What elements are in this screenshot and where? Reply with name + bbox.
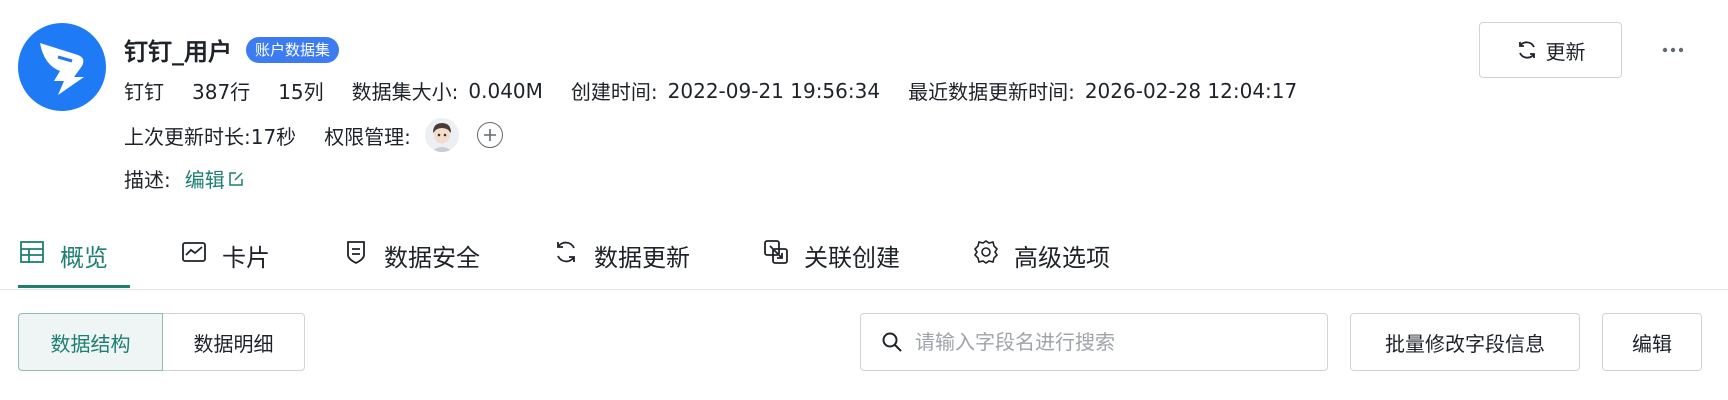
- dataset-meta: 钉钉 387行 15列 数据集大小: 0.040M 创建时间: 2022-09-…: [124, 76, 1325, 105]
- updated-label: 最近数据更新时间:: [908, 80, 1075, 104]
- update-button-label: 更新: [1545, 39, 1586, 64]
- created-label: 创建时间:: [570, 80, 658, 104]
- more-options-button[interactable]: [1656, 38, 1690, 62]
- data-detail-button[interactable]: 数据明细: [163, 313, 305, 371]
- tab-data-update[interactable]: 数据更新: [552, 232, 690, 282]
- tab-linked-creation[interactable]: 关联创建: [762, 232, 900, 282]
- column-count: 15列: [278, 80, 324, 104]
- table-icon: [20, 241, 44, 263]
- size-value: 0.040M: [468, 78, 543, 103]
- edit-button[interactable]: 编辑: [1602, 313, 1702, 371]
- bulk-edit-fields-button[interactable]: 批量修改字段信息: [1350, 313, 1580, 371]
- more-horizontal-icon: [1662, 47, 1684, 53]
- divider: [0, 289, 1728, 290]
- duration-permission-row: 上次更新时长:17秒 权限管理:: [124, 118, 503, 152]
- dataset-type-badge: 账户数据集: [246, 36, 340, 63]
- edit-description-label: 编辑: [184, 168, 225, 192]
- edit-description-link[interactable]: 编辑: [185, 164, 245, 193]
- search-input[interactable]: [913, 329, 1317, 355]
- tab-advanced-options[interactable]: 高级选项: [972, 232, 1110, 282]
- link-create-icon: [764, 240, 788, 264]
- edit-icon: [229, 171, 243, 186]
- gear-icon: [973, 240, 999, 264]
- tab-label: 数据安全: [384, 244, 480, 272]
- search-icon: [882, 332, 902, 352]
- tab-label: 关联创建: [804, 244, 900, 272]
- source-name: 钉钉: [124, 80, 164, 104]
- row-count: 387行: [192, 80, 251, 104]
- avatar[interactable]: [424, 118, 459, 152]
- tab-label: 数据更新: [594, 244, 690, 272]
- created-value: 2022-09-21 19:56:34: [667, 78, 881, 103]
- dataset-title-row: 钉钉_用户 账户数据集: [124, 32, 340, 67]
- chart-card-icon: [182, 242, 206, 262]
- permission-label: 权限管理:: [324, 124, 411, 149]
- tab-overview[interactable]: 概览: [18, 232, 130, 288]
- plus-icon: [483, 129, 496, 141]
- shield-icon: [347, 241, 365, 265]
- description-label: 描述:: [124, 168, 171, 192]
- tab-data-security[interactable]: 数据安全: [342, 232, 480, 282]
- refresh-icon: [1518, 41, 1535, 59]
- view-switch: 数据结构 数据明细: [18, 313, 305, 371]
- tab-label: 卡片: [222, 244, 270, 272]
- refresh-icon: [557, 241, 575, 263]
- last-update-duration: 上次更新时长:17秒: [124, 124, 297, 149]
- dingtalk-logo-icon: [18, 23, 106, 111]
- updated-value: 2026-02-28 12:04:17: [1084, 78, 1298, 103]
- add-permission-button[interactable]: [476, 122, 503, 148]
- update-button[interactable]: 更新: [1479, 22, 1622, 78]
- search-box[interactable]: [860, 313, 1328, 371]
- page-title: 钉钉_用户: [124, 38, 232, 66]
- tab-label: 高级选项: [1014, 244, 1110, 272]
- tab-label: 概览: [60, 244, 108, 272]
- size-label: 数据集大小:: [351, 80, 459, 104]
- data-structure-button[interactable]: 数据结构: [18, 313, 163, 371]
- tab-bar: 概览 卡片 数据安全 数据更新 关联创建 高级选项: [18, 232, 1182, 288]
- description-row: 描述: 编辑: [124, 164, 245, 193]
- tab-cards[interactable]: 卡片: [180, 232, 270, 282]
